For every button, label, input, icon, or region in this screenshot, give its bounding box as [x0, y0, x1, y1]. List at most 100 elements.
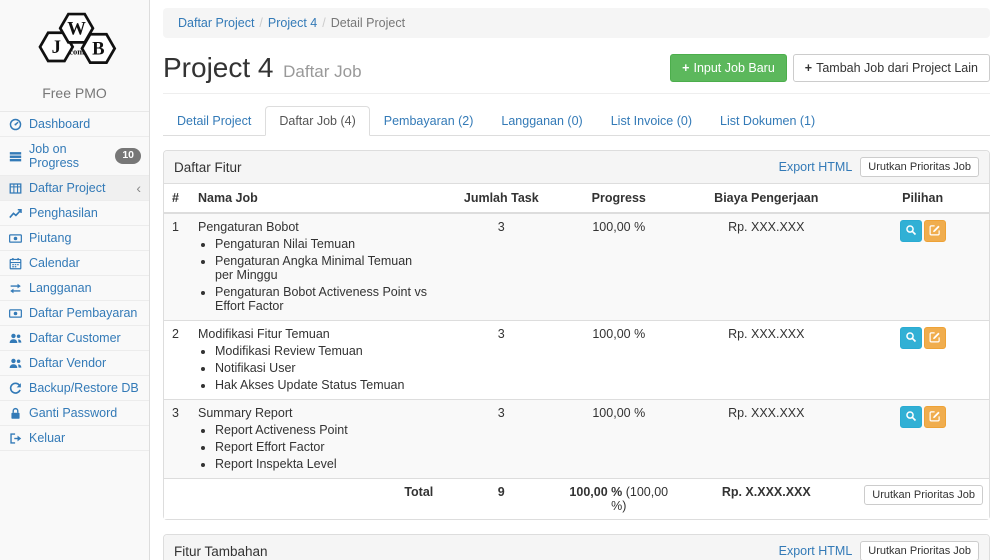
- sidebar-item-daftar-vendor[interactable]: Daftar Vendor: [0, 351, 149, 376]
- plus-icon: +: [805, 61, 812, 75]
- edit-job-button[interactable]: [924, 406, 946, 428]
- tab-list-invoice-0[interactable]: List Invoice (0): [597, 106, 706, 136]
- sidebar-item-backup-restore-db[interactable]: Backup/Restore DB: [0, 376, 149, 401]
- panel-heading: Daftar Fitur Export HTML Urutkan Prioritas…: [164, 151, 989, 184]
- total-progress-value: 100,00 %: [569, 485, 622, 499]
- total-label: Total: [164, 479, 441, 520]
- logo-letter-b: B: [92, 39, 104, 60]
- job-subtasks: Modifikasi Review TemuanNotifikasi UserH…: [198, 344, 433, 392]
- plus-icon: +: [682, 61, 689, 75]
- panel-title: Daftar Fitur: [174, 160, 242, 175]
- money-icon: [8, 232, 23, 245]
- job-name-cell: Pengaturan Bobot Pengaturan Nilai TemuanP…: [190, 213, 441, 321]
- app-name: Free PMO: [0, 83, 149, 111]
- sidebar-item-piutang[interactable]: Piutang: [0, 226, 149, 251]
- panels-container: Daftar Fitur Export HTML Urutkan Prioritas…: [163, 150, 990, 560]
- table-body: 1 Pengaturan Bobot Pengaturan Nilai Temuan…: [164, 213, 989, 479]
- sort-priority-button[interactable]: Urutkan Prioritas Job: [864, 485, 983, 505]
- sidebar-item-calendar[interactable]: Calendar: [0, 251, 149, 276]
- project-title: Project 4: [163, 52, 274, 83]
- page-subtitle: Daftar Job: [283, 62, 361, 81]
- sidebar: J W B .com Free PMO Dashboard Job on Prog…: [0, 0, 150, 560]
- progress-value: 100,00 %: [561, 400, 676, 479]
- cost-value: Rp. XXX.XXX: [676, 400, 856, 479]
- table-row: 3Summary ReportReport Activeness PointRe…: [164, 400, 989, 479]
- sidebar-item-label: Job on Progress: [29, 142, 109, 170]
- search-icon: [905, 410, 917, 425]
- panel-heading-actions: Export HTML Urutkan Prioritas Job: [779, 541, 979, 560]
- input-job-baru-button[interactable]: +Input Job Baru: [670, 54, 787, 82]
- sidebar-item-langganan[interactable]: Langganan: [0, 276, 149, 301]
- row-number: 1: [164, 213, 190, 321]
- sidebar-item-label: Ganti Password: [29, 406, 117, 420]
- view-job-button[interactable]: [900, 327, 922, 349]
- table-row: 1 Pengaturan Bobot Pengaturan Nilai Temuan…: [164, 213, 989, 321]
- panel-title: Fitur Tambahan: [174, 544, 268, 559]
- job-name: Pengaturan Bobot: [198, 220, 433, 234]
- users-icon: [8, 357, 23, 370]
- sidebar-menu: Dashboard Job on Progress 10 Daftar Project…: [0, 111, 149, 451]
- breadcrumb-daftar-project[interactable]: Daftar Project: [178, 16, 254, 30]
- export-html-link[interactable]: Export HTML: [779, 544, 853, 558]
- count-badge: 10: [115, 148, 141, 164]
- job-subtask: Report Effort Factor: [215, 440, 433, 454]
- tab-langganan-0[interactable]: Langganan (0): [487, 106, 596, 136]
- view-job-button[interactable]: [900, 406, 922, 428]
- job-subtasks: Pengaturan Nilai TemuanPengaturan Angka …: [198, 237, 433, 313]
- table-row: 2Modifikasi Fitur TemuanModifikasi Revie…: [164, 321, 989, 400]
- chevron-left-icon: ‹: [136, 181, 141, 195]
- sidebar-item-daftar-customer[interactable]: Daftar Customer: [0, 326, 149, 351]
- sidebar-item-label: Piutang: [29, 231, 71, 245]
- sidebar-item-keluar[interactable]: Keluar: [0, 426, 149, 451]
- page-title: Project 4 Daftar Job: [163, 52, 362, 84]
- sidebar-item-label: Daftar Project: [29, 181, 105, 195]
- progress-value: 100,00 %: [561, 321, 676, 400]
- breadcrumb-project-4[interactable]: Project 4: [268, 16, 317, 30]
- fitur-tambahan-panel: Fitur Tambahan Export HTML Urutkan Priorit…: [163, 534, 990, 560]
- tambah-job-dari-project-lain-button[interactable]: +Tambah Job dari Project Lain: [793, 54, 990, 82]
- tab-pembayaran-2[interactable]: Pembayaran (2): [370, 106, 488, 136]
- column-header-pilihan: Pilihan: [856, 184, 989, 213]
- job-subtask: Hak Akses Update Status Temuan: [215, 378, 433, 392]
- sidebar-item-label: Backup/Restore DB: [29, 381, 139, 395]
- total-task-count: 9: [441, 479, 561, 520]
- sidebar-item-ganti-password[interactable]: Ganti Password: [0, 401, 149, 426]
- view-job-button[interactable]: [900, 220, 922, 242]
- tab-daftar-job-4[interactable]: Daftar Job (4): [265, 106, 369, 136]
- sidebar-item-label: Dashboard: [29, 117, 90, 131]
- job-subtasks: Report Activeness PointReport Effort Fac…: [198, 423, 433, 471]
- row-actions: [856, 321, 989, 400]
- job-table: #Nama JobJumlah TaskProgressBiaya Penger…: [164, 184, 989, 519]
- panel-heading-actions: Export HTML Urutkan Prioritas Job: [779, 157, 979, 177]
- export-html-link[interactable]: Export HTML: [779, 160, 853, 174]
- sidebar-item-penghasilan[interactable]: Penghasilan: [0, 201, 149, 226]
- sidebar-item-daftar-project[interactable]: Daftar Project ‹: [0, 176, 149, 201]
- logo-letter-w: W: [67, 18, 86, 39]
- task-count: 3: [441, 321, 561, 400]
- sign-out-icon: [8, 432, 23, 445]
- sort-priority-button[interactable]: Urutkan Prioritas Job: [860, 157, 979, 177]
- tab-detail-project[interactable]: Detail Project: [163, 106, 265, 136]
- users-icon: [8, 332, 23, 345]
- sidebar-item-daftar-pembayaran[interactable]: Daftar Pembayaran: [0, 301, 149, 326]
- sidebar-item-label: Daftar Customer: [29, 331, 121, 345]
- tab-list-dokumen-1[interactable]: List Dokumen (1): [706, 106, 829, 136]
- sidebar-item-dashboard[interactable]: Dashboard: [0, 112, 149, 137]
- edit-job-button[interactable]: [924, 327, 946, 349]
- job-subtask: Report Inspekta Level: [215, 457, 433, 471]
- column-header-biaya-pengerjaan: Biaya Pengerjaan: [676, 184, 856, 213]
- sidebar-item-label: Calendar: [29, 256, 80, 270]
- project-tabs: Detail ProjectDaftar Job (4)Pembayaran (…: [163, 106, 990, 136]
- sidebar-item-label: Penghasilan: [29, 206, 98, 220]
- row-actions: [856, 213, 989, 321]
- job-name: Modifikasi Fitur Temuan: [198, 327, 433, 341]
- sort-priority-button[interactable]: Urutkan Prioritas Job: [860, 541, 979, 560]
- app-logo: J W B .com: [0, 0, 149, 83]
- lock-icon: [8, 407, 23, 420]
- sidebar-item-job-on-progress[interactable]: Job on Progress 10: [0, 137, 149, 176]
- job-name-cell: Modifikasi Fitur Temuan Modifikasi Review…: [190, 321, 441, 400]
- edit-job-button[interactable]: [924, 220, 946, 242]
- logo-letter-j: J: [51, 37, 60, 58]
- daftar-fitur-panel: Daftar Fitur Export HTML Urutkan Prioritas…: [163, 150, 990, 520]
- breadcrumb: Daftar Project/Project 4/Detail Project: [163, 8, 990, 38]
